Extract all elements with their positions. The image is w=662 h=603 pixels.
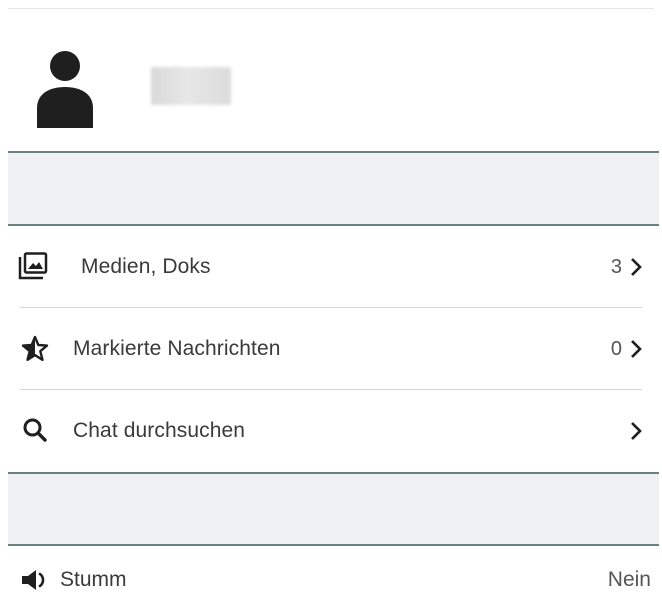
mute-value: Nein: [607, 568, 651, 591]
section-divider: [8, 472, 659, 546]
search-chat-item[interactable]: Chat durchsuchen: [0, 390, 662, 472]
search-chat-label: Chat durchsuchen: [73, 419, 246, 442]
speaker-icon: [20, 568, 60, 592]
chevron-right-icon: [627, 336, 645, 362]
starred-messages-item[interactable]: Markierte Nachrichten 0: [0, 308, 662, 390]
media-docs-item[interactable]: Medien, Doks 3: [0, 226, 662, 308]
chat-info-page: Medien, Doks 3 Markierte Nachrichten 0 C…: [0, 0, 662, 603]
chevron-right-icon: [627, 418, 645, 444]
star-icon: [20, 333, 50, 363]
mute-label: Stumm: [60, 568, 127, 591]
person-icon[interactable]: [37, 50, 93, 128]
section-divider: [8, 151, 659, 226]
media-icon: [18, 251, 48, 281]
search-icon: [20, 415, 50, 445]
chat-options-list: Medien, Doks 3 Markierte Nachrichten 0 C…: [0, 226, 662, 472]
chevron-right-icon: [627, 254, 645, 280]
starred-messages-count: 0: [610, 338, 622, 360]
media-docs-count: 3: [610, 256, 622, 278]
starred-messages-label: Markierte Nachrichten: [73, 337, 281, 360]
profile-header: [0, 10, 662, 150]
top-divider: [8, 8, 654, 9]
media-docs-label: Medien, Doks: [81, 255, 211, 278]
contact-name[interactable]: [151, 67, 231, 105]
mute-setting-row[interactable]: Stumm Nein: [0, 546, 662, 603]
